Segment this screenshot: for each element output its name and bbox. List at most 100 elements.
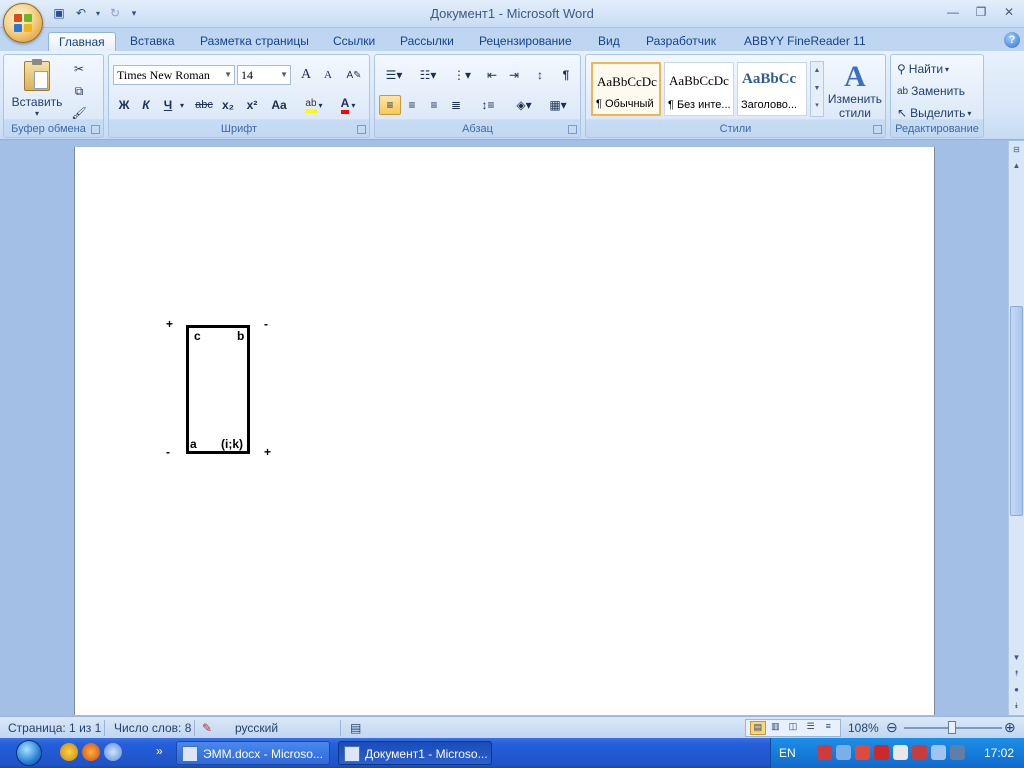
cut-icon[interactable]: ✂	[68, 59, 90, 79]
macro-recording-icon[interactable]: ▤	[350, 721, 361, 735]
style-no-spacing[interactable]: AaBbCcDc ¶ Без инте...	[664, 62, 734, 116]
strikethrough-button[interactable]: abc	[193, 95, 215, 115]
start-button[interactable]	[0, 738, 58, 768]
print-layout-icon[interactable]: ▤	[750, 721, 766, 735]
align-center-icon[interactable]: ≡	[401, 95, 423, 115]
tab-home[interactable]: Главная	[48, 32, 116, 52]
scroll-up-icon[interactable]: ▲	[811, 62, 823, 80]
scroll-down-icon[interactable]: ▼	[811, 80, 823, 98]
proofing-icon[interactable]: ✎	[202, 721, 212, 735]
tray-antivirus-icon[interactable]	[912, 745, 927, 760]
style-normal[interactable]: AaBbCcDc ¶ Обычный	[591, 62, 661, 116]
tab-page-layout[interactable]: Разметка страницы	[190, 32, 319, 52]
tray-flash-icon[interactable]	[874, 745, 889, 760]
scroll-thumb[interactable]	[1010, 306, 1023, 516]
find-button[interactable]: ⚲ Найти ▾	[897, 59, 949, 79]
style-heading-1[interactable]: AaBbCc Заголово...	[737, 62, 807, 116]
copy-icon[interactable]: ⧉	[68, 81, 90, 101]
tab-review[interactable]: Рецензирование	[469, 32, 582, 52]
tab-abbyy[interactable]: ABBYY FineReader 11	[734, 32, 876, 52]
clipboard-launcher-icon[interactable]	[91, 125, 100, 134]
tray-display-icon[interactable]	[931, 745, 946, 760]
quick-launch-app-icon[interactable]	[60, 743, 78, 761]
change-case-button[interactable]: Aa	[265, 95, 293, 115]
web-layout-icon[interactable]: ◫	[785, 721, 801, 735]
styles-launcher-icon[interactable]	[873, 125, 882, 134]
numbering-icon[interactable]: ☷▾	[413, 65, 443, 85]
font-family-combo[interactable]: Times New Roman ▼	[113, 65, 235, 85]
tray-app-icon[interactable]	[817, 745, 832, 760]
paragraph-launcher-icon[interactable]	[568, 125, 577, 134]
tab-mailings[interactable]: Рассылки	[390, 32, 464, 52]
bullets-icon[interactable]: ☰▾	[379, 65, 409, 85]
next-page-icon[interactable]: ⯯	[1009, 699, 1024, 713]
tab-references[interactable]: Ссылки	[323, 32, 385, 52]
line-spacing-icon[interactable]: ↕≡	[473, 95, 503, 115]
subscript-button[interactable]: x₂	[217, 95, 239, 115]
office-button[interactable]	[3, 3, 43, 43]
styles-gallery-scroll[interactable]: ▲ ▼ ▾	[810, 61, 824, 117]
tray-utility-icon[interactable]	[893, 745, 908, 760]
page-count[interactable]: Страница: 1 из 1	[8, 721, 101, 735]
restore-button[interactable]: ❐	[970, 4, 992, 20]
italic-button[interactable]: К	[135, 95, 157, 115]
underline-dropdown-icon[interactable]: ▾	[177, 95, 187, 115]
font-color-button[interactable]: A ▾	[333, 95, 363, 115]
increase-indent-icon[interactable]: ⇥	[503, 65, 525, 85]
justify-icon[interactable]: ≣	[445, 95, 467, 115]
close-button[interactable]: ✕	[998, 4, 1020, 20]
grow-font-button[interactable]: A	[295, 65, 317, 85]
underline-button[interactable]: Ч	[157, 95, 179, 115]
firefox-icon[interactable]	[82, 743, 100, 761]
zoom-in-icon[interactable]: ⊕	[1004, 719, 1016, 736]
bold-button[interactable]: Ж	[113, 95, 135, 115]
tab-developer[interactable]: Разработчик	[636, 32, 726, 52]
language[interactable]: русский	[235, 721, 278, 735]
more-quick-launch-icon[interactable]: »	[156, 744, 163, 758]
clear-formatting-icon[interactable]: A✎	[343, 65, 365, 85]
tab-insert[interactable]: Вставка	[120, 32, 185, 52]
decrease-indent-icon[interactable]: ⇤	[481, 65, 503, 85]
borders-icon[interactable]: ▦▾	[543, 95, 573, 115]
more-styles-icon[interactable]: ▾	[811, 98, 823, 114]
zoom-level[interactable]: 108%	[848, 721, 879, 735]
superscript-button[interactable]: x²	[241, 95, 263, 115]
format-painter-icon[interactable]: 🖌	[68, 103, 90, 123]
font-size-combo[interactable]: 14 ▼	[237, 65, 291, 85]
sort-icon[interactable]: ↕	[529, 65, 551, 85]
multilevel-list-icon[interactable]: ⋮▾	[447, 65, 477, 85]
replace-button[interactable]: ab Заменить	[897, 81, 965, 101]
clock[interactable]: 17:02	[984, 746, 1014, 760]
font-launcher-icon[interactable]	[357, 125, 366, 134]
tab-view[interactable]: Вид	[588, 32, 630, 52]
shading-icon[interactable]: ◈▾	[509, 95, 539, 115]
zoom-slider-thumb[interactable]	[948, 721, 956, 734]
outline-icon[interactable]: ☰	[803, 721, 819, 735]
input-language[interactable]: EN	[779, 746, 796, 760]
show-marks-icon[interactable]: ¶	[555, 65, 577, 85]
quick-launch-globe-icon[interactable]	[104, 743, 122, 761]
rectangle-shape[interactable]	[186, 325, 250, 454]
tray-volume-icon[interactable]	[855, 745, 870, 760]
zoom-out-icon[interactable]: ⊖	[886, 719, 898, 736]
paste-button[interactable]: Вставить ▾	[8, 57, 66, 121]
select-browse-object-icon[interactable]: ●	[1009, 683, 1024, 697]
previous-page-icon[interactable]: ⯭	[1009, 667, 1024, 681]
vertical-scrollbar[interactable]: ⊟ ▲ ▼ ⯭ ● ⯯	[1008, 141, 1024, 715]
highlight-button[interactable]: ab ▾	[299, 95, 329, 115]
full-screen-reading-icon[interactable]: ▥	[768, 721, 784, 735]
tray-update-icon[interactable]	[950, 745, 965, 760]
taskbar-item-emm[interactable]: ЭММ.docx - Microso...	[176, 741, 330, 765]
align-left-icon[interactable]: ≡	[379, 95, 401, 115]
shrink-font-button[interactable]: A	[317, 65, 339, 85]
tray-network-icon[interactable]	[836, 745, 851, 760]
align-right-icon[interactable]: ≡	[423, 95, 445, 115]
ruler-toggle-icon[interactable]: ⊟	[1009, 143, 1024, 157]
taskbar-item-document1[interactable]: Документ1 - Microso...	[338, 741, 492, 765]
select-button[interactable]: ↖ Выделить ▾	[897, 103, 971, 123]
scroll-up-icon[interactable]: ▲	[1009, 159, 1024, 173]
change-styles-button[interactable]: A Изменить стили	[826, 59, 884, 123]
word-count[interactable]: Число слов: 8	[114, 721, 191, 735]
minimize-button[interactable]: —	[942, 4, 964, 20]
draft-icon[interactable]: ≡	[820, 721, 836, 735]
